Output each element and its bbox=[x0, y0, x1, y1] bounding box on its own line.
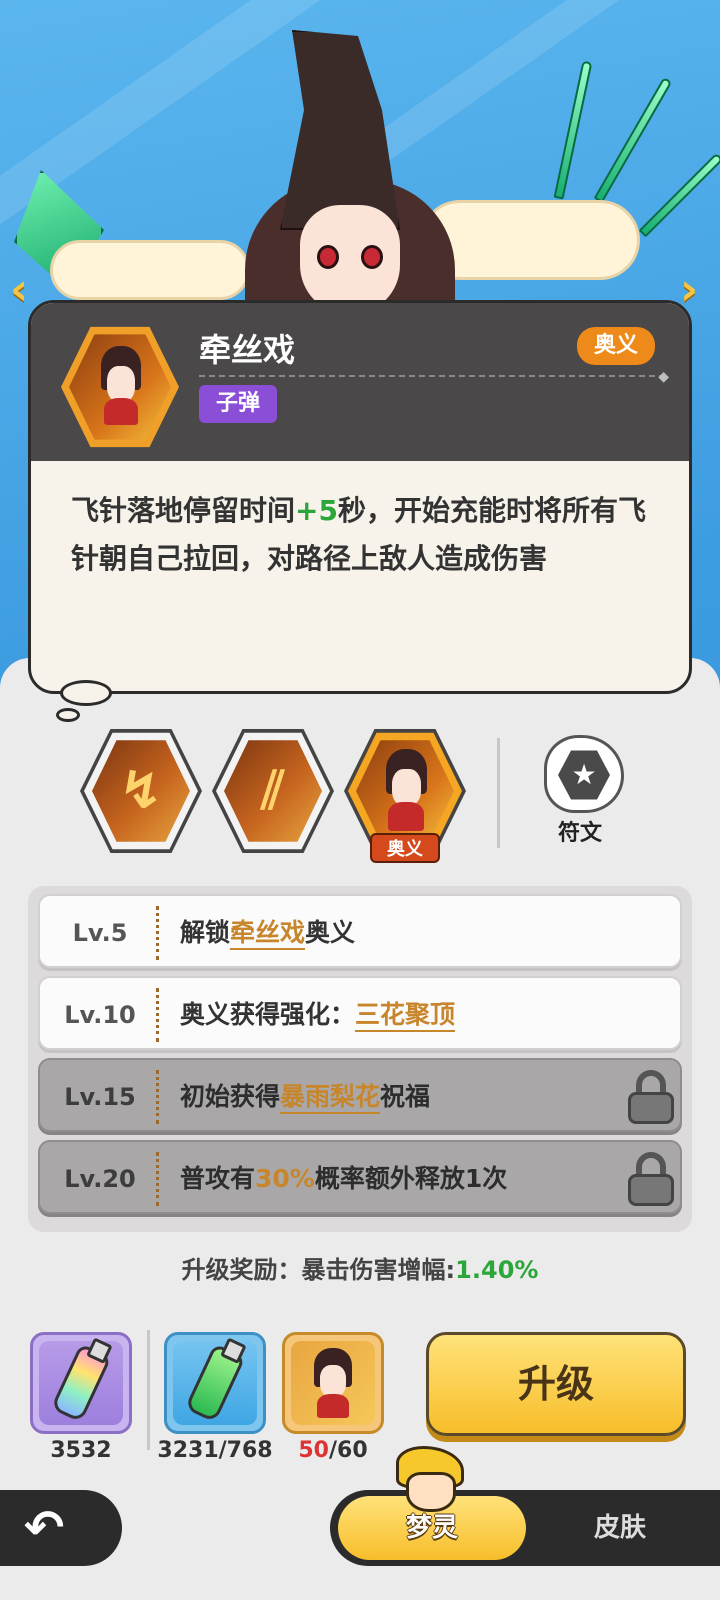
skill-type-badge: 子弹 bbox=[199, 385, 277, 423]
skill-card-header: 牵丝戏 奥义 ◆ 子弹 bbox=[31, 303, 689, 461]
desc-bonus-value: +5 bbox=[295, 494, 338, 527]
character-portrait bbox=[245, 30, 455, 340]
skill-title: 牵丝戏 bbox=[199, 331, 296, 369]
shard-have: 50 bbox=[298, 1438, 329, 1463]
needle-decoration bbox=[553, 60, 593, 200]
star-icon: ★ bbox=[571, 758, 597, 791]
item-count: 3532 bbox=[50, 1438, 112, 1463]
skill-slot-1[interactable]: ↯ bbox=[80, 725, 202, 857]
skill-link[interactable]: 牵丝戏 bbox=[230, 918, 306, 950]
bottom-nav: ↶ 梦灵 皮肤 bbox=[0, 1490, 720, 1600]
level-row: Lv.10 奥义获得强化：三花聚顶 bbox=[38, 976, 682, 1050]
ultimate-badge: 奥义 bbox=[577, 327, 655, 365]
character-shard-item[interactable] bbox=[282, 1332, 384, 1434]
tab-skin[interactable]: 皮肤 bbox=[530, 1496, 710, 1560]
level-number: Lv.10 bbox=[64, 1001, 136, 1029]
divider bbox=[147, 1330, 150, 1450]
needle-spin-icon: ↯ bbox=[119, 761, 163, 821]
shard-need: /60 bbox=[328, 1438, 368, 1463]
divider bbox=[497, 738, 500, 848]
mascot-avatar bbox=[392, 1446, 468, 1516]
level-row-locked: Lv.20 普攻有30%概率额外释放1次 bbox=[38, 1140, 682, 1214]
needle-decoration bbox=[593, 76, 673, 204]
level-text: 初始获得暴雨梨花祝福 bbox=[180, 1060, 430, 1134]
back-button[interactable]: ↶ bbox=[0, 1490, 122, 1566]
upgrade-button[interactable]: 升级 bbox=[426, 1332, 686, 1436]
back-arrow-icon: ↶ bbox=[24, 1500, 65, 1556]
green-bottle-item[interactable] bbox=[164, 1332, 266, 1434]
level-row: Lv.5 解锁牵丝戏奥义 bbox=[38, 894, 682, 968]
rune-label: 符文 bbox=[557, 821, 602, 846]
skill-link[interactable]: 三花聚顶 bbox=[355, 1000, 456, 1032]
desc-text: 飞针落地停留时间 bbox=[71, 494, 296, 527]
diamond-icon: ◆ bbox=[658, 369, 669, 385]
lock-icon bbox=[626, 1152, 676, 1206]
hat-icon bbox=[280, 30, 400, 230]
rainbow-bottle-item[interactable] bbox=[30, 1332, 132, 1434]
smoke-decoration bbox=[50, 240, 250, 300]
item-count: 50/60 bbox=[263, 1438, 403, 1463]
skill-portrait-icon bbox=[61, 323, 179, 451]
level-number: Lv.5 bbox=[72, 919, 128, 947]
character-shard-icon bbox=[309, 1347, 356, 1419]
ultimate-tag: 奥义 bbox=[370, 833, 440, 863]
level-unlock-list[interactable]: Lv.5 解锁牵丝戏奥义 Lv.10 奥义获得强化：三花聚顶 Lv.15 初始获… bbox=[28, 886, 692, 1232]
needle-decoration bbox=[638, 152, 720, 238]
thought-bubble bbox=[56, 708, 80, 722]
rune-button[interactable]: ★ 符文 bbox=[528, 735, 632, 846]
highlight-value: 30% bbox=[255, 1164, 315, 1193]
level-text: 普攻有30%概率额外释放1次 bbox=[180, 1164, 508, 1193]
level-number: Lv.20 bbox=[64, 1165, 136, 1193]
green-bottle-icon bbox=[184, 1343, 246, 1423]
skill-slot-2[interactable]: ⫽ bbox=[212, 725, 334, 857]
level-number: Lv.15 bbox=[64, 1083, 136, 1111]
level-text: 奥义获得强化：三花聚顶 bbox=[180, 978, 456, 1052]
bonus-label: 升级奖励：暴击伤害增幅: bbox=[181, 1256, 456, 1284]
skill-description: 飞针落地停留时间+5秒，开始充能时将所有飞针朝自己拉回，对路径上敌人造成伤害 bbox=[31, 461, 689, 609]
skill-slot-ultimate[interactable]: 奥义 bbox=[344, 725, 466, 863]
rainbow-bottle-icon bbox=[50, 1343, 112, 1423]
lock-icon bbox=[626, 1070, 676, 1124]
ultimate-portrait-icon bbox=[381, 748, 432, 831]
thought-bubble bbox=[60, 680, 112, 706]
needle-triple-icon: ⫽ bbox=[261, 760, 285, 821]
upgrade-bonus: 升级奖励：暴击伤害增幅:1.40% bbox=[0, 1250, 720, 1285]
bonus-value: 1.40% bbox=[455, 1256, 539, 1284]
skill-info-card: 牵丝戏 奥义 ◆ 子弹 飞针落地停留时间+5秒，开始充能时将所有飞针朝自己拉回，… bbox=[28, 300, 692, 694]
skill-link[interactable]: 暴雨梨花 bbox=[280, 1082, 381, 1114]
level-text: 解锁牵丝戏奥义 bbox=[180, 896, 355, 970]
level-row-locked: Lv.15 初始获得暴雨梨花祝福 bbox=[38, 1058, 682, 1132]
tab-bar: 梦灵 皮肤 bbox=[330, 1490, 720, 1566]
divider bbox=[199, 375, 665, 377]
